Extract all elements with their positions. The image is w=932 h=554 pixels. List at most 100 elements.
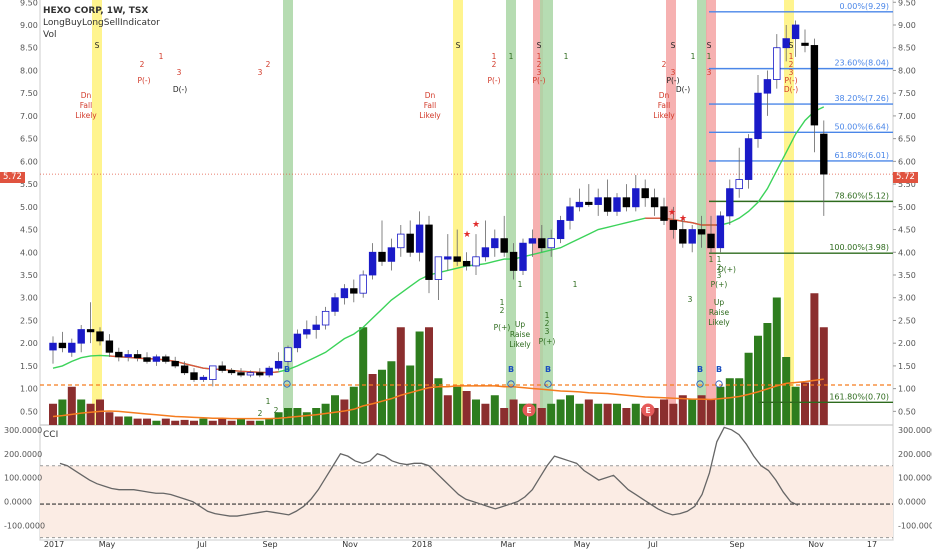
signal-annotation: Up [714,298,724,307]
price-tick-left: 1.50 [20,362,38,371]
price-tick-left: 2.00 [20,339,38,348]
signal-band-yellow [92,0,102,425]
price-tick-right: 9.00 [898,21,916,30]
price-tick-right: 9.50 [898,0,916,7]
candle-body [773,47,781,80]
volume-bar [791,386,800,425]
volume-bar [340,399,349,425]
candle-body [350,288,358,294]
candle-body [387,247,396,262]
volume-bar [180,419,189,425]
volume-bar [208,420,217,425]
candle-body [669,220,678,230]
price-tick-right: 3.50 [898,271,916,280]
volume-bar [368,374,377,425]
candle-body [434,256,443,280]
signal-annotation: Likely [419,111,441,120]
candle-body [227,370,236,374]
earnings-marker-label: E [645,406,650,415]
volume-bar [566,395,574,425]
candle-body [763,79,772,94]
volume-bar [631,403,640,425]
candle-body [726,188,734,217]
signal-annotation: 1 [707,52,712,61]
x-tick-label: May [574,540,591,549]
signal-annotation: Fall [80,101,92,110]
candle-body [256,372,264,376]
fib-level-label: 38.20%(7.26) [834,94,889,103]
fib-level-label: 100.00%(3.98) [829,243,889,252]
volume-bar [490,395,499,425]
signal-annotation: D(-) [173,85,187,94]
price-tick-left: 3.00 [20,294,38,303]
volume-bar [190,420,198,425]
signal-annotation: 3 [545,327,550,336]
price-tick-left: 5.00 [20,203,38,212]
candle-body [528,238,537,244]
candle-body [143,357,151,362]
volume-bar [58,399,67,425]
candle-body [453,256,461,262]
x-tick-label: May [99,540,116,549]
volume-bar [246,420,255,425]
candle-body [650,197,659,208]
price-tick-left: 4.50 [20,226,38,235]
candle-body [246,372,255,376]
volume-bar [237,418,245,425]
volume-bar [754,335,762,425]
volume-bar [584,399,593,425]
signal-annotation: 2 [492,60,497,69]
candle-body [199,376,208,380]
volume-bar [143,418,151,425]
candle-body [491,238,499,249]
candle-body [180,365,189,374]
buy-marker: B [508,365,514,374]
x-tick-label: Sep [262,540,277,549]
signal-annotation: D(-) [784,85,798,94]
price-tick-left: 9.00 [20,21,38,30]
candle-body [801,42,809,46]
fib-level-label: 61.80%(6.01) [834,151,889,160]
volume-bar [265,418,274,425]
candle-body [754,92,762,140]
cci-tick-left: 100.0000 [4,474,42,483]
buy-marker: B [697,365,703,374]
fib-level-label: 0.00%(9.29) [840,2,889,11]
cci-tick-right: 200.0000 [898,450,932,459]
candle-body [810,45,819,126]
volume-bar [312,408,321,425]
signal-annotation: 1 [266,397,271,406]
volume-bar [772,297,781,425]
signal-star: ★ [472,220,480,230]
volume-bar [378,369,386,425]
candle-body [265,367,273,376]
volume-bar [669,403,678,425]
signal-annotation: Likely [75,111,97,120]
signal-annotation: 1 [691,52,696,61]
price-tick-right: 2.00 [898,339,916,348]
candle-body [585,201,593,205]
volume-label: Vol [43,30,57,40]
candle-body [124,354,132,358]
volume-bar [302,412,311,425]
signal-star: ★ [463,230,471,240]
volume-bar [331,395,339,425]
volume-bar [688,399,697,425]
signal-annotation: P(+) [711,280,728,289]
price-tick-right: 6.00 [898,157,916,166]
volume-bar [396,327,405,425]
candle-body [321,310,330,326]
candle-body [209,365,217,380]
candle-body [49,342,57,351]
price-tick-left: 3.50 [20,271,38,280]
volume-bar [86,403,95,425]
candle-body [547,238,555,249]
signal-annotation: P(-) [532,76,545,85]
volume-bar [171,420,180,425]
signal-annotation: Likely [708,318,730,327]
signal-annotation: 2 [500,306,505,315]
signal-annotation: P(-) [137,76,150,85]
candle-body [190,372,198,380]
signal-annotation: 2 [662,60,667,69]
signal-annotation: S [707,41,712,50]
